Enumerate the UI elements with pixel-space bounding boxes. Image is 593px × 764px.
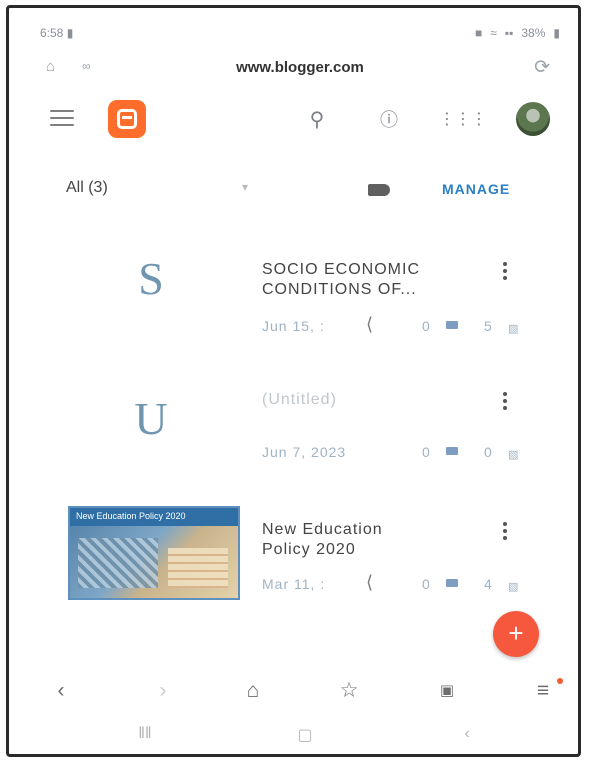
post-letter-avatar: U [134,393,168,444]
view-count: 5 [484,318,492,334]
back-icon[interactable]: ‹ [46,676,76,706]
label-icon[interactable] [368,184,390,196]
comment-count: 0 [422,576,430,592]
post-date: Mar 11, : [262,576,326,592]
search-icon[interactable]: ⚲ [302,104,332,134]
help-icon[interactable]: ⓘ [374,104,404,134]
views-icon: ▧ [508,449,519,461]
signal-icon: ▪▪ [504,26,514,40]
wifi-icon: ≈ [490,26,497,40]
view-count: 0 [484,444,492,460]
status-bar: 6:58 ▮ ■ ≈ ▪▪ 38% ▮ [40,26,560,44]
post-title[interactable]: (Untitled) [262,390,482,410]
views-icon: ▧ [508,323,519,335]
more-vert-icon[interactable] [503,522,509,542]
apps-icon[interactable]: ⋮⋮⋮ [439,104,487,134]
manage-button[interactable]: MANAGE [442,181,510,197]
post-letter-avatar: S [138,253,164,304]
post-title-line-1: (Untitled) [262,391,337,408]
filter-row: All (3) ▾ MANAGE [66,176,546,204]
share-icon[interactable]: ⟨ [366,314,373,335]
tabs-icon[interactable]: ▣ [432,676,462,706]
menu-icon[interactable] [50,110,74,126]
more-vert-icon[interactable] [503,262,509,282]
post-title-line-2: CONDITIONS OF... [262,281,417,298]
post-title[interactable]: New Education Policy 2020 [262,520,482,560]
posts-filter-dropdown[interactable]: All (3) [66,179,108,197]
post-title[interactable]: SOCIO ECONOMIC CONDITIONS OF... [262,260,482,300]
post-item[interactable]: New Education Policy 2020 New Education … [66,506,536,616]
post-title-line-1: SOCIO ECONOMIC [262,261,421,278]
post-thumbnail: New Education Policy 2020 [68,506,240,600]
more-vert-icon[interactable] [503,392,509,412]
home-button-icon[interactable]: ▢ [290,725,320,745]
post-date: Jun 7, 2023 [262,444,347,460]
comment-count: 0 [422,318,430,334]
avatar[interactable] [516,102,550,136]
comment-count: 0 [422,444,430,460]
browser-url-bar[interactable]: ⌂ ∞ www.blogger.com ⟳ [40,56,560,82]
views-icon: ▧ [508,581,519,593]
home-icon[interactable]: ⌂ [238,676,268,706]
system-nav-bar: ‖‖ ▢ ‹ [40,725,560,749]
post-date: Jun 15, : [262,318,325,334]
comment-icon [446,447,458,455]
view-count: 4 [484,576,492,592]
post-title-line-1: New Education [262,521,383,538]
url-text[interactable]: www.blogger.com [40,59,560,76]
bookmarks-icon[interactable]: ☆ [334,676,364,706]
post-item[interactable]: U (Untitled) Jun 7, 2023 0 0 ▧ [66,372,536,482]
blogger-logo[interactable] [108,100,146,138]
comment-icon [446,321,458,329]
battery-icon: ▮ [553,26,560,40]
share-icon[interactable]: ⟨ [366,572,373,593]
status-time: 6:58 [40,26,64,40]
system-back-icon[interactable]: ‹ [452,725,482,743]
browser-menu-icon[interactable]: ≡ [528,676,558,706]
recent-apps-icon[interactable]: ‖‖ [130,725,160,743]
new-post-fab[interactable]: + [493,611,539,657]
sim-icon: ■ [475,26,483,40]
notification-dot [557,678,563,684]
post-item[interactable]: S SOCIO ECONOMIC CONDITIONS OF... Jun 15… [66,242,536,352]
refresh-icon[interactable]: ⟳ [534,56,550,79]
browser-bottom-nav: ‹ › ⌂ ☆ ▣ ≡ [40,676,570,706]
comment-icon [446,579,458,587]
forward-icon[interactable]: › [148,676,178,706]
battery-level: 38% [521,26,546,40]
dropdown-caret-icon[interactable]: ▾ [242,180,248,194]
notification-icon: ▮ [66,26,74,40]
post-title-line-2: Policy 2020 [262,541,356,558]
thumbnail-caption: New Education Policy 2020 [70,508,238,526]
app-bar: ⚲ ⓘ ⋮⋮⋮ [40,96,570,142]
